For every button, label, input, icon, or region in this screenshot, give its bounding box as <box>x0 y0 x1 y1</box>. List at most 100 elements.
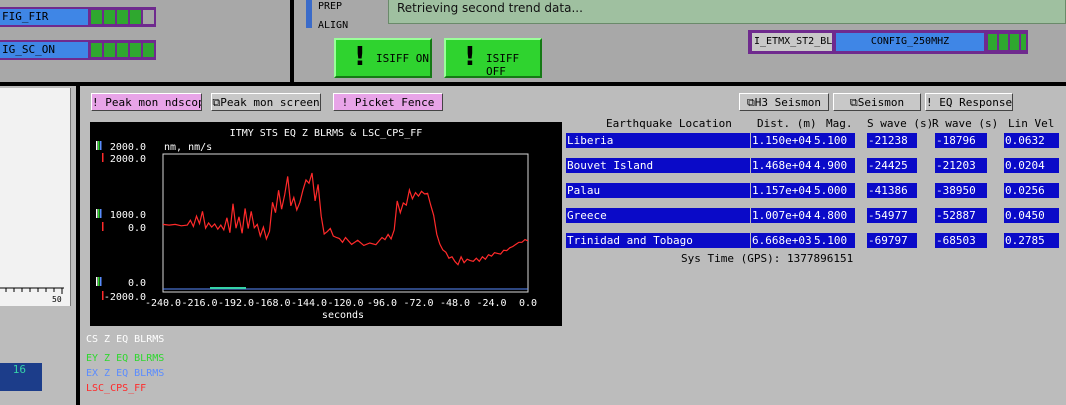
status-led <box>91 43 102 57</box>
legend-label: EX Z EQ BLRMS <box>86 368 165 379</box>
table-cell: -69797 <box>867 233 917 248</box>
x-tick-label: -48.0 <box>440 298 470 309</box>
status-label-sc-on: IG_SC_ON <box>0 42 88 58</box>
status-led <box>143 43 154 57</box>
table-cell: Greece <box>566 208 750 223</box>
eq-chart: ITMY STS EQ Z BLRMS & LSC_CPS_FF nm, nm/… <box>90 122 562 326</box>
status-led <box>130 10 141 24</box>
divider <box>290 0 294 84</box>
alert-icon: ! <box>464 42 476 72</box>
alert-icon: ! <box>354 42 366 72</box>
axis-color-marker <box>96 277 98 286</box>
plot-frame <box>162 153 529 293</box>
table-cell: 1.157e+04 <box>751 183 813 198</box>
table-cell: -38950 <box>935 183 987 198</box>
table-cell: 5.000 <box>813 183 855 198</box>
y-tick-label-red: -2000.0 <box>104 292 146 303</box>
axis-color-marker <box>98 277 100 286</box>
table-cell: 5.100 <box>813 133 855 148</box>
axis-color-marker <box>102 291 104 300</box>
table-cell: 1.007e+04 <box>751 208 813 223</box>
table-cell: 6.668e+03 <box>751 233 813 248</box>
horizontal-divider <box>0 82 1066 86</box>
isiff-off-label: ISIFF OFF <box>486 52 520 78</box>
h3-seismon-button[interactable]: ⧉H3 Seismon <box>739 93 829 111</box>
axis-color-marker <box>96 209 98 218</box>
peak-mon-screen-button[interactable]: ⧉Peak mon screen <box>211 93 321 111</box>
isiff-on-button[interactable]: ! ISIFF ON <box>334 38 432 78</box>
legend-label: CS Z EQ BLRMS <box>86 334 165 345</box>
banner-message: Retrieving second trend data... <box>397 1 583 15</box>
left-divider <box>76 86 80 405</box>
table-cell: -21238 <box>867 133 917 148</box>
status-led <box>143 10 154 24</box>
table-cell: Bouvet Island <box>566 158 750 173</box>
x-tick-label: -168.0 <box>254 298 290 309</box>
lsc-cps-ff-series-line <box>162 172 529 266</box>
table-cell: -68503 <box>935 233 987 248</box>
status-led <box>91 10 102 24</box>
prep-indicator <box>306 0 312 28</box>
status-led <box>117 43 128 57</box>
table-cell: 0.0256 <box>1004 183 1059 198</box>
axis-color-marker <box>100 141 102 150</box>
header-r-wave: R wave (s) <box>932 117 999 130</box>
left-plot-area <box>0 88 71 306</box>
status-banner: Retrieving second trend data... <box>388 0 1066 24</box>
picket-fence-button[interactable]: ! Picket Fence <box>333 93 443 111</box>
peak-mon-ndscope-button[interactable]: ! Peak mon ndscope <box>91 93 202 111</box>
table-cell: 4.900 <box>813 158 855 173</box>
table-cell: -24425 <box>867 158 917 173</box>
x-tick-label: -120.0 <box>327 298 363 309</box>
status-led <box>117 10 128 24</box>
y-tick-label: 1000.0 <box>110 210 146 221</box>
count-badge: 16 <box>0 363 42 391</box>
table-cell: Liberia <box>566 133 750 148</box>
table-cell: 1.468e+04 <box>751 158 813 173</box>
chart-units: nm, nm/s <box>164 142 212 153</box>
y-tick-label: 2000.0 <box>110 142 146 153</box>
status-row-sc-on: IG_SC_ON <box>0 40 156 60</box>
config-name: I_ETMX_ST2_BL <box>752 33 832 51</box>
table-cell: 0.0450 <box>1004 208 1059 223</box>
seismon-button[interactable]: ⧉Seismon <box>833 93 921 111</box>
legend-item-ey: EY Z EQ BLRMS <box>86 353 164 364</box>
table-cell: 0.0632 <box>1004 133 1059 148</box>
config-status-box: I_ETMX_ST2_BL CONFIG_250MHZ <box>748 30 1028 54</box>
config-value: CONFIG_250MHZ <box>836 33 984 51</box>
table-cell: 1.150e+04 <box>751 133 813 148</box>
y-tick-label: 0.0 <box>128 278 146 289</box>
table-cell: 0.2785 <box>1004 233 1059 248</box>
y-tick-label-red: 0.0 <box>128 223 146 234</box>
table-cell: -41386 <box>867 183 917 198</box>
axis-color-marker <box>100 277 102 286</box>
eq-response-button[interactable]: ! EQ Response <box>925 93 1013 111</box>
isiff-off-button[interactable]: ! ISIFF OFF <box>444 38 542 78</box>
status-led <box>104 43 115 57</box>
axis-color-marker <box>96 141 98 150</box>
legend-label: EY Z EQ BLRMS <box>86 353 165 364</box>
header-lin-vel: Lin Vel <box>1008 117 1055 130</box>
x-axis-label: seconds <box>322 310 364 321</box>
axis-color-marker <box>102 222 104 231</box>
x-tick-label: -240.0 <box>145 298 181 309</box>
table-cell: Trinidad and Tobago <box>566 233 750 248</box>
header-s-wave: S wave (s) <box>867 117 934 130</box>
status-label-fir: FIG_FIR <box>0 9 88 25</box>
sys-time: Sys Time (GPS): 1377896151 <box>681 252 854 265</box>
legend-item-lsc: LSC_CPS_FF <box>86 383 146 394</box>
prep-label: PREP <box>318 1 343 12</box>
table-cell: -18796 <box>935 133 987 148</box>
x-tick-label: -24.0 <box>476 298 506 309</box>
table-cell: -21203 <box>935 158 987 173</box>
header-distance: Dist. (m) <box>757 117 817 130</box>
header-magnitude: Mag. <box>826 117 853 130</box>
legend-item-cs: CS Z EQ BLRMS <box>86 334 164 345</box>
table-cell: 5.100 <box>813 233 855 248</box>
config-led <box>1021 34 1026 50</box>
table-cell: Palau <box>566 183 750 198</box>
axis-color-marker <box>98 141 100 150</box>
x-tick-label: -192.0 <box>218 298 254 309</box>
x-tick-label: -72.0 <box>403 298 433 309</box>
status-led <box>104 10 115 24</box>
